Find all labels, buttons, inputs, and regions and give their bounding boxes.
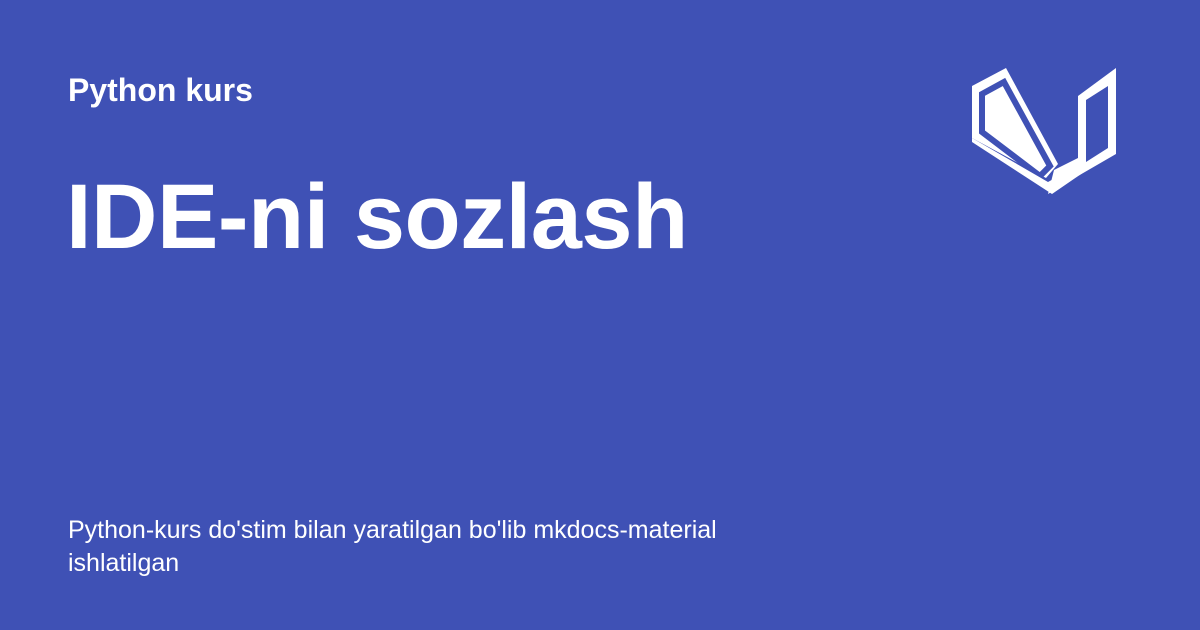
site-name: Python kurs [68,72,253,108]
social-card: Python kurs IDE-ni sozlash Python-kurs d… [0,0,1200,630]
site-description: Python-kurs do'stim bilan yaratilgan bo'… [68,516,717,577]
page-title: IDE-ni sozlash [66,166,688,268]
mkdocs-material-logo-icon [972,68,1116,194]
